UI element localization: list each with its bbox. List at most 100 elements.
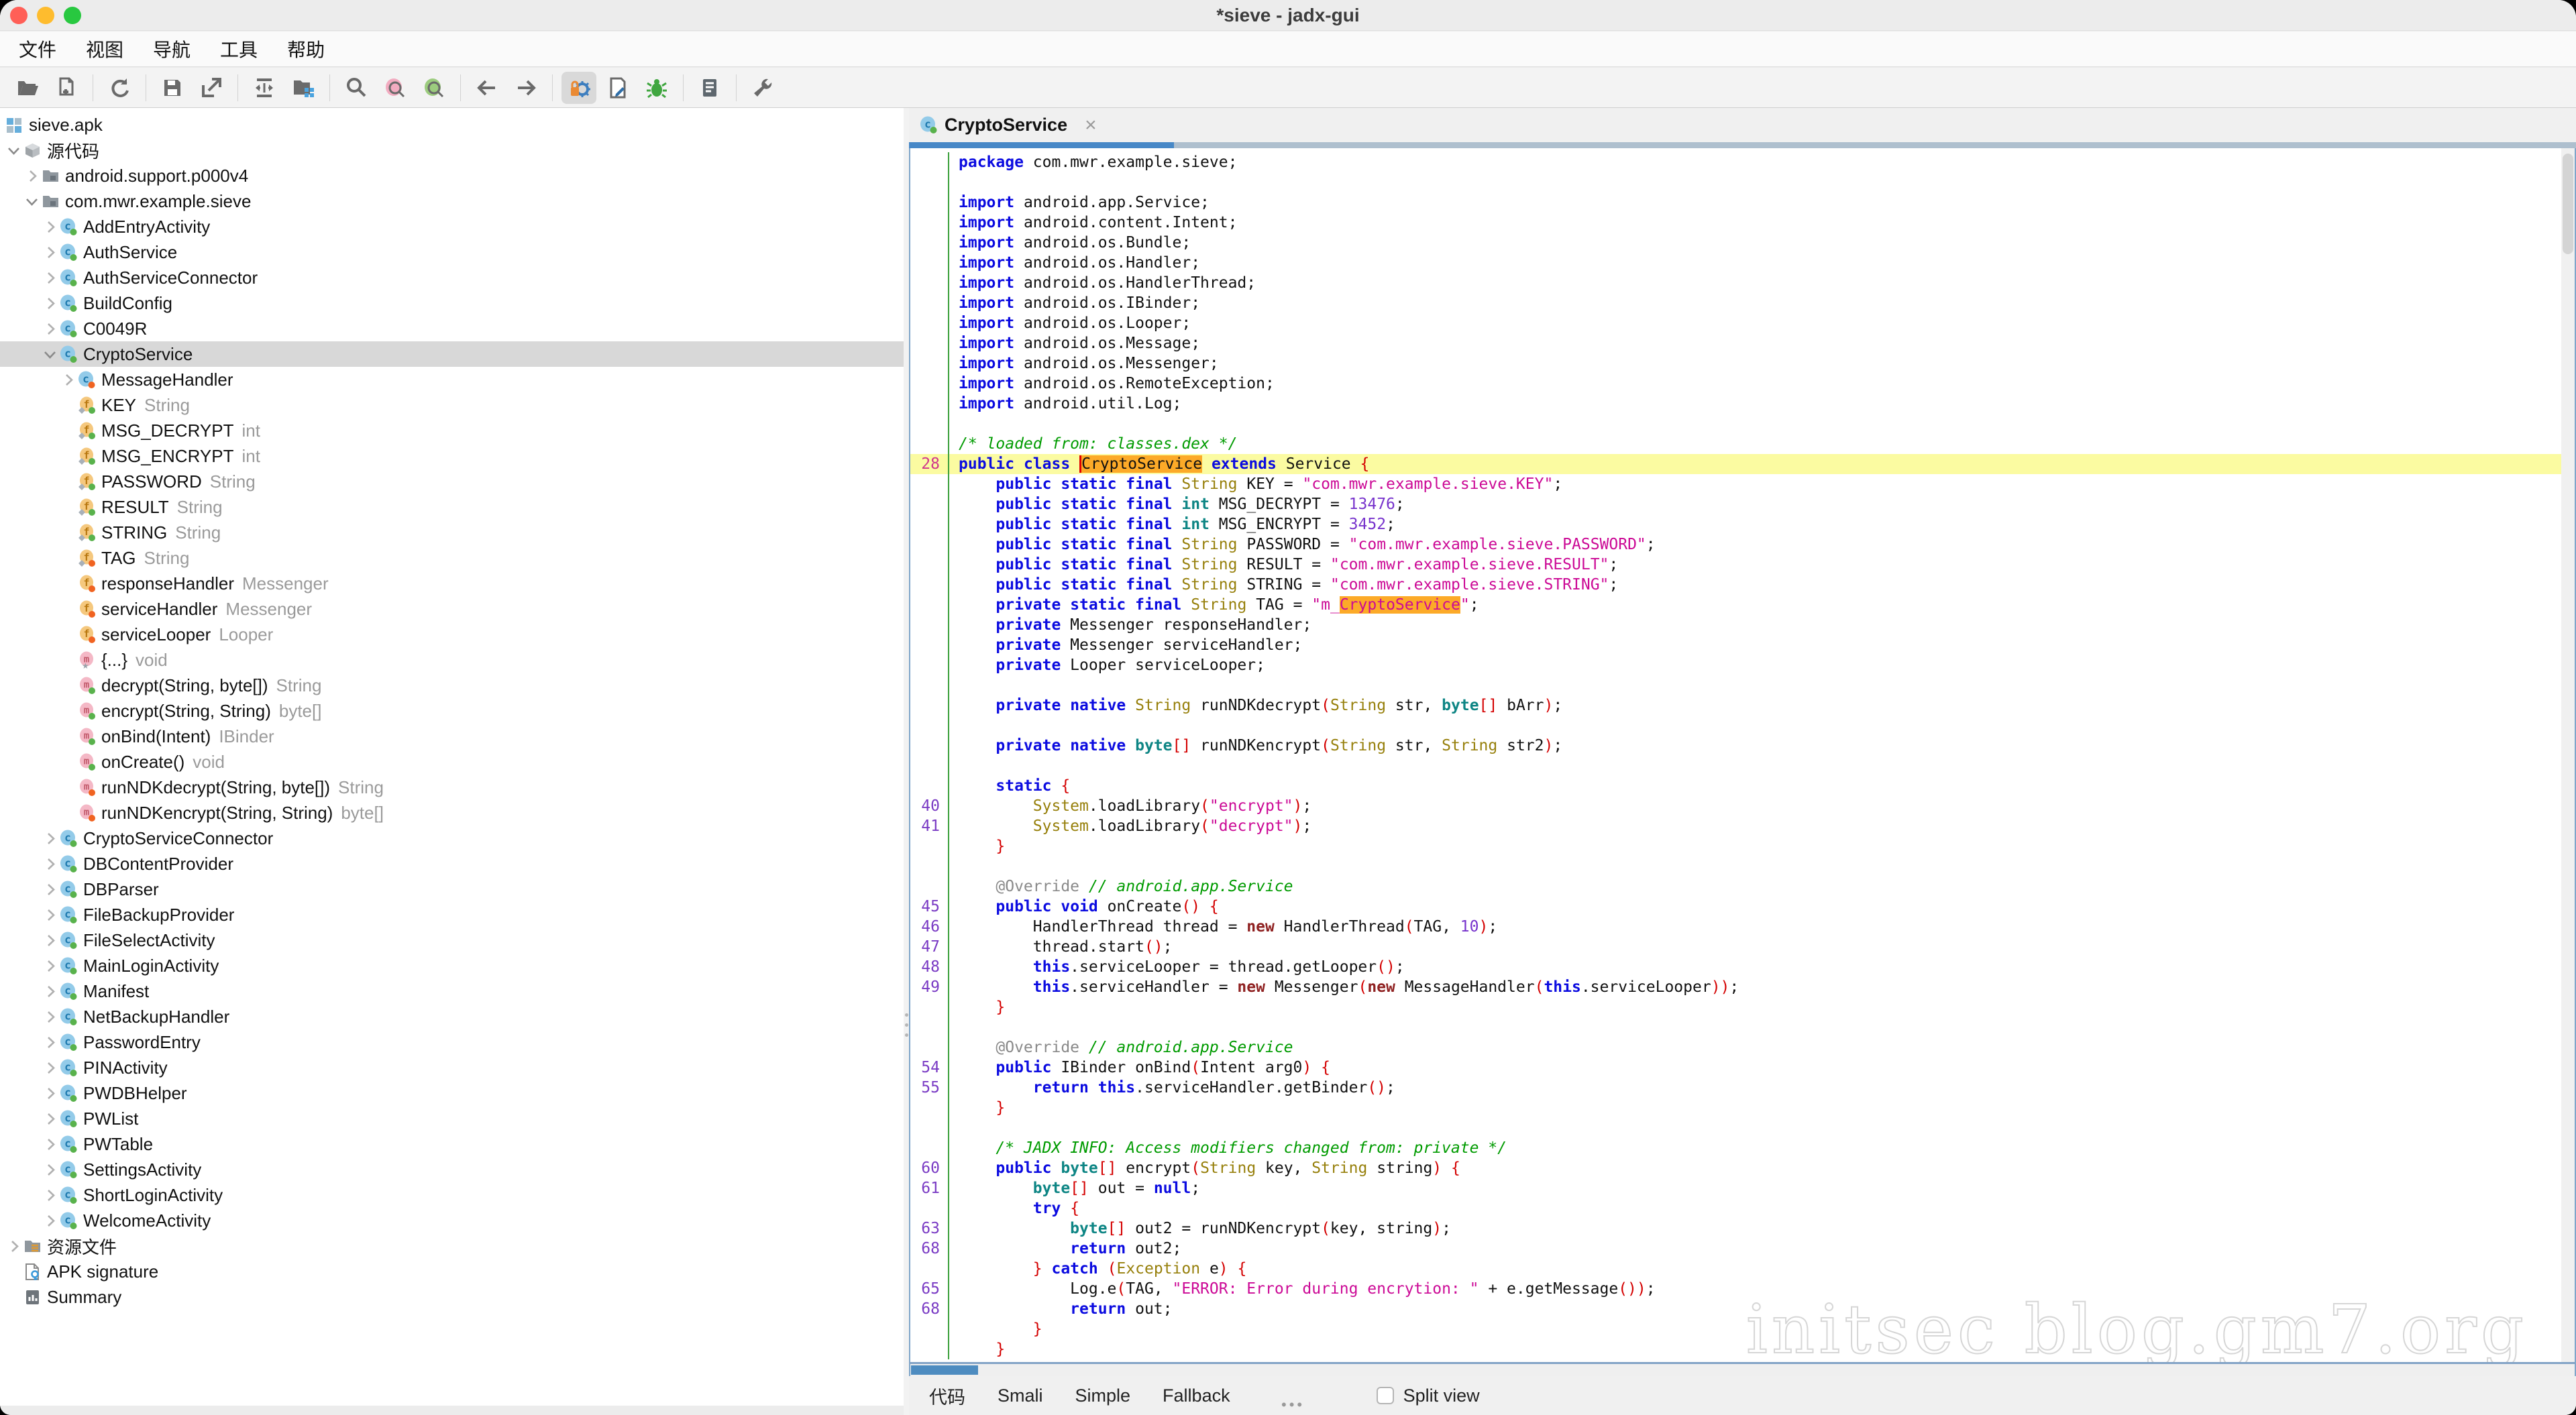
chevron-collapsed-icon[interactable] — [42, 1008, 60, 1026]
menu-item-5[interactable]: 帮助 — [282, 34, 330, 64]
tree-item-sieve-apk[interactable]: sieve.apk — [0, 112, 904, 137]
back-icon[interactable] — [470, 72, 504, 104]
tree-item-messagehandler[interactable]: cMessageHandler — [0, 367, 904, 392]
chevron-collapsed-icon[interactable] — [42, 294, 60, 313]
chevron-collapsed-icon[interactable] — [42, 957, 60, 975]
chevron-collapsed-icon[interactable] — [42, 855, 60, 873]
chevron-collapsed-icon[interactable] — [60, 371, 78, 389]
code-editor[interactable]: package com.mwr.example.sieve;import and… — [909, 148, 2576, 1362]
chevron-collapsed-icon[interactable] — [42, 1186, 60, 1204]
chevron-collapsed-icon[interactable] — [42, 320, 60, 338]
chevron-collapsed-icon[interactable] — [42, 1212, 60, 1230]
tree-item-responsehandler[interactable]: fresponseHandlerMessenger — [0, 571, 904, 596]
tree-item-summary[interactable]: Summary — [0, 1284, 904, 1310]
chevron-collapsed-icon[interactable] — [42, 931, 60, 950]
menu-item-4[interactable]: 工具 — [215, 34, 263, 64]
vertical-scrollbar[interactable] — [2561, 148, 2575, 1362]
chevron-collapsed-icon[interactable] — [42, 269, 60, 287]
tree-item-fileselectactivity[interactable]: cFileSelectActivity — [0, 927, 904, 953]
tree-item-mainloginactivity[interactable]: cMainLoginActivity — [0, 953, 904, 978]
reload-icon[interactable] — [102, 72, 137, 104]
tree-item-addentryactivity[interactable]: cAddEntryActivity — [0, 214, 904, 239]
chevron-expanded-icon[interactable] — [5, 142, 23, 160]
tree-item-servicehandler[interactable]: fserviceHandlerMessenger — [0, 596, 904, 622]
chevron-collapsed-icon[interactable] — [42, 906, 60, 924]
tree-item-c0049r[interactable]: cC0049R — [0, 316, 904, 341]
export-icon[interactable] — [194, 72, 229, 104]
chevron-collapsed-icon[interactable] — [42, 1033, 60, 1052]
chevron-collapsed-icon[interactable] — [5, 1237, 23, 1255]
tree-item-cryptoservice[interactable]: cCryptoService — [0, 341, 904, 367]
open-file-icon[interactable] — [10, 72, 45, 104]
tree-item-msg-encrypt[interactable]: fMSG_ENCRYPTint — [0, 443, 904, 469]
vertical-scrollbar-thumb[interactable] — [2563, 154, 2573, 254]
tree-item-manifest[interactable]: cManifest — [0, 978, 904, 1004]
save-all-icon[interactable] — [155, 72, 190, 104]
view-tab-smali[interactable]: Smali — [998, 1385, 1043, 1406]
tree-item-filebackupprovider[interactable]: cFileBackupProvider — [0, 902, 904, 927]
sync-icon[interactable] — [247, 72, 282, 104]
bottom-grip-icon[interactable]: ••• — [1281, 1396, 1305, 1414]
split-view-toggle[interactable]: Split view — [1377, 1385, 1480, 1406]
chevron-collapsed-icon[interactable] — [42, 881, 60, 899]
chevron-collapsed-icon[interactable] — [42, 1059, 60, 1077]
tree-item-android-support-p000v4[interactable]: android.support.p000v4 — [0, 163, 904, 188]
tree-item-apk-signature[interactable]: APK signature — [0, 1259, 904, 1284]
split-view-checkbox[interactable] — [1377, 1387, 1394, 1404]
tree-item-servicelooper[interactable]: fserviceLooperLooper — [0, 622, 904, 647]
tree-item-authserviceconnector[interactable]: cAuthServiceConnector — [0, 265, 904, 290]
view-tab-simple[interactable]: Simple — [1075, 1385, 1131, 1406]
horizontal-scrollbar[interactable] — [909, 1362, 2576, 1376]
tree-item-oncreate[interactable]: monCreate()void — [0, 749, 904, 775]
flatten-packages-icon[interactable] — [286, 72, 321, 104]
close-icon[interactable]: × — [1085, 114, 1097, 137]
chevron-collapsed-icon[interactable] — [42, 243, 60, 262]
tree-item-buildconfig[interactable]: cBuildConfig — [0, 290, 904, 316]
chevron-collapsed-icon[interactable] — [42, 1161, 60, 1179]
tree-item-welcomeactivity[interactable]: cWelcomeActivity — [0, 1208, 904, 1233]
tree-item-netbackuphandler[interactable]: cNetBackupHandler — [0, 1004, 904, 1029]
class-search-icon[interactable] — [417, 72, 451, 104]
tree-item-onbind-intent[interactable]: monBind(Intent)IBinder — [0, 724, 904, 749]
tree-item-pwtable[interactable]: cPWTable — [0, 1131, 904, 1157]
forward-icon[interactable] — [508, 72, 543, 104]
tree-item-pwdbhelper[interactable]: cPWDBHelper — [0, 1080, 904, 1106]
tree-item-password[interactable]: fPASSWORDString — [0, 469, 904, 494]
tree-item-pinactivity[interactable]: cPINActivity — [0, 1055, 904, 1080]
chevron-expanded-icon[interactable] — [42, 345, 60, 363]
deobfuscation-icon[interactable] — [561, 72, 596, 104]
tree-item-msg-decrypt[interactable]: fMSG_DECRYPTint — [0, 418, 904, 443]
comment-search-icon[interactable] — [378, 72, 413, 104]
chevron-expanded-icon[interactable] — [23, 192, 42, 211]
tree-item-dbcontentprovider[interactable]: cDBContentProvider — [0, 851, 904, 876]
tree-item-item[interactable]: 资源文件 — [0, 1233, 904, 1259]
tree-item-cryptoserviceconnector[interactable]: cCryptoServiceConnector — [0, 826, 904, 851]
inconsistent-code-icon[interactable] — [600, 72, 635, 104]
tree-item-key[interactable]: fKEYString — [0, 392, 904, 418]
tree-item-decrypt-string-byte[interactable]: mdecrypt(String, byte[])String — [0, 673, 904, 698]
tree-item-encrypt-string-string[interactable]: mencrypt(String, String)byte[] — [0, 698, 904, 724]
tree-item-shortloginactivity[interactable]: cShortLoginActivity — [0, 1182, 904, 1208]
chevron-collapsed-icon[interactable] — [42, 830, 60, 848]
tree-item-runndkencrypt-string-string[interactable]: mrunNDKencrypt(String, String)byte[] — [0, 800, 904, 826]
menu-item-1[interactable]: 文件 — [13, 34, 62, 64]
tree-item-runndkdecrypt-string-byte[interactable]: mrunNDKdecrypt(String, byte[])String — [0, 775, 904, 800]
tree-item-tag[interactable]: fTAGString — [0, 545, 904, 571]
tree-item-item[interactable]: m★{...}void — [0, 647, 904, 673]
chevron-collapsed-icon[interactable] — [42, 1110, 60, 1128]
tree-item-passwordentry[interactable]: cPasswordEntry — [0, 1029, 904, 1055]
chevron-collapsed-icon[interactable] — [42, 1135, 60, 1153]
tree-item-pwlist[interactable]: cPWList — [0, 1106, 904, 1131]
tree-item-com-mwr-example-sieve[interactable]: com.mwr.example.sieve — [0, 188, 904, 214]
package-tree-panel[interactable]: sieve.apk源代码android.support.p000v4com.mw… — [0, 108, 904, 1406]
chevron-collapsed-icon[interactable] — [42, 1084, 60, 1102]
tab-cryptoservice[interactable]: c CryptoService × — [909, 108, 1114, 142]
log-viewer-icon[interactable] — [692, 72, 727, 104]
tree-item-item[interactable]: 源代码 — [0, 137, 904, 163]
view-tab-fallback[interactable]: Fallback — [1163, 1385, 1230, 1406]
add-files-icon[interactable] — [49, 72, 84, 104]
tree-item-string[interactable]: fSTRINGString — [0, 520, 904, 545]
text-search-icon[interactable] — [339, 72, 374, 104]
panel-splitter[interactable] — [904, 108, 909, 1415]
preferences-icon[interactable] — [745, 72, 780, 104]
